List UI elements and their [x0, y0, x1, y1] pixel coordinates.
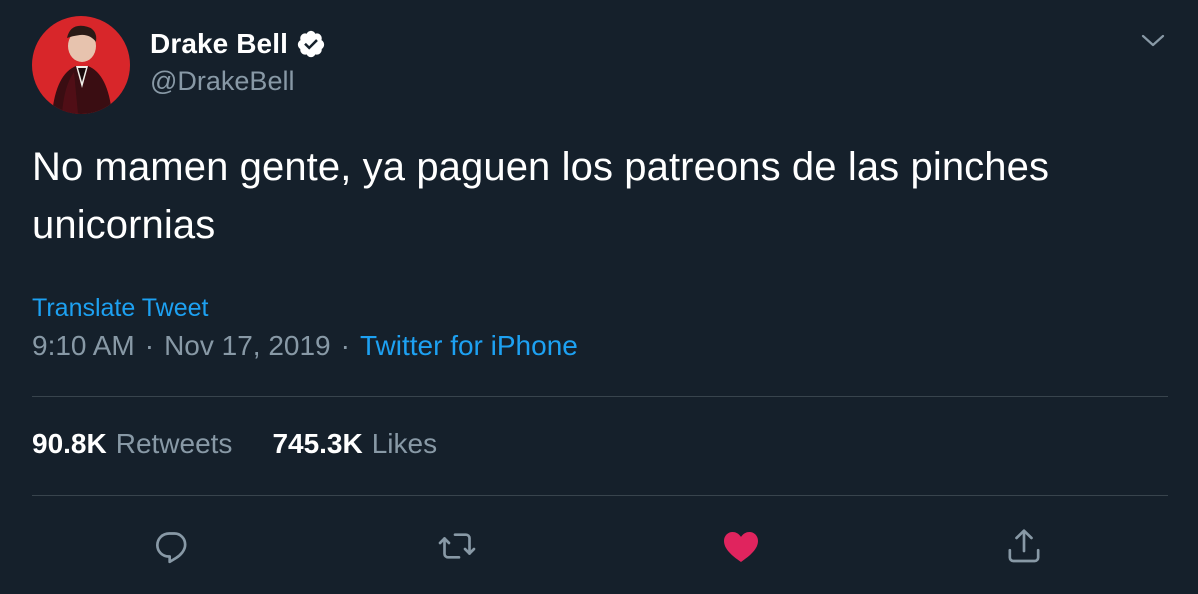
heart-icon [724, 532, 758, 562]
reply-button[interactable] [152, 526, 192, 566]
verified-badge-icon [296, 29, 326, 59]
tweet-date[interactable]: Nov 17, 2019 [164, 330, 331, 362]
divider [32, 396, 1168, 397]
avatar-image [32, 16, 130, 114]
retweets-stat[interactable]: 90.8K Retweets [32, 428, 232, 460]
retweet-button[interactable] [437, 526, 477, 566]
divider [32, 495, 1168, 496]
tweet-source-link[interactable]: Twitter for iPhone [360, 330, 578, 362]
tweet-stats: 90.8K Retweets 745.3K Likes [32, 428, 437, 460]
share-button[interactable] [1004, 526, 1044, 566]
share-icon [1008, 529, 1040, 563]
retweet-icon [438, 533, 476, 559]
likes-label: Likes [371, 428, 438, 459]
tweet-meta: 9:10 AM · Nov 17, 2019 · Twitter for iPh… [32, 330, 578, 362]
retweets-label: Retweets [115, 428, 233, 459]
reply-icon [156, 532, 187, 564]
meta-separator: · [340, 330, 350, 361]
avatar[interactable] [32, 16, 130, 114]
likes-stat[interactable]: 745.3K Likes [272, 428, 437, 460]
author-handle[interactable]: @DrakeBell [150, 66, 294, 97]
like-button[interactable] [721, 526, 761, 566]
author-display-name[interactable]: Drake Bell [150, 28, 288, 60]
author-name-row: Drake Bell [150, 26, 326, 62]
chevron-down-icon[interactable] [1138, 26, 1168, 56]
retweets-count: 90.8K [32, 428, 107, 459]
tweet-text: No mamen gente, ya paguen los patreons d… [32, 145, 1050, 247]
translate-tweet-link[interactable]: Translate Tweet [32, 294, 208, 323]
tweet-time[interactable]: 9:10 AM [32, 330, 135, 362]
meta-separator: · [144, 330, 155, 361]
tweet-card: Drake Bell @DrakeBell No mamen gente, ya… [0, 0, 1198, 594]
likes-count: 745.3K [272, 428, 363, 459]
